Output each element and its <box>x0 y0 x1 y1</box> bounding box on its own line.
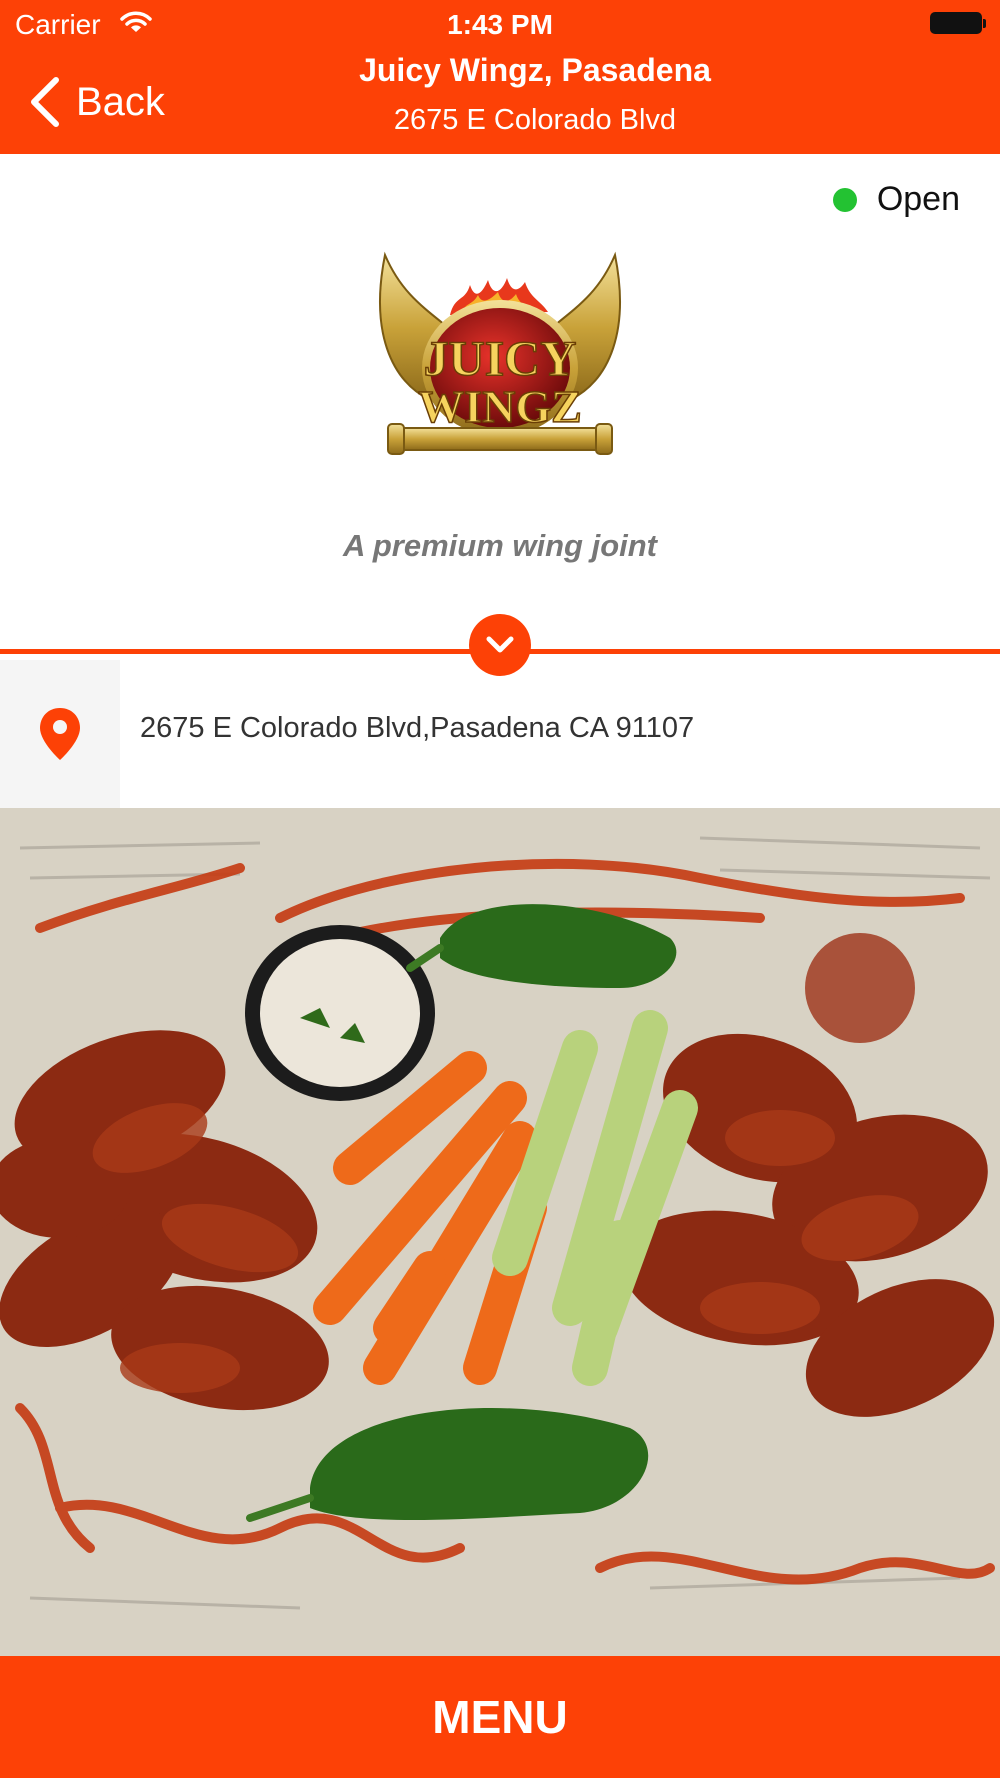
chevron-down-icon <box>486 636 514 653</box>
address-icon-cell <box>0 660 120 808</box>
page-title: Juicy Wingz, Pasadena <box>359 52 711 88</box>
page-subtitle: 2675 E Colorado Blvd <box>393 104 677 136</box>
status-dot-icon <box>832 187 857 212</box>
address-text: 2675 E Colorado Blvd,Pasadena CA 91107 <box>140 712 695 744</box>
logo-line1: JUICY <box>424 330 577 386</box>
logo-line2: WINGZ <box>418 381 582 432</box>
clock: 1:43 PM <box>447 9 553 40</box>
open-status-label: Open <box>876 180 960 218</box>
tagline: A premium wing joint <box>342 528 657 563</box>
open-status-badge: Open <box>832 180 960 219</box>
juicy-wingz-logo: JUICY WINGZ <box>379 251 621 455</box>
food-photo <box>0 808 1000 1656</box>
menu-button[interactable]: MENU <box>0 1656 1000 1778</box>
battery-icon <box>930 12 986 36</box>
navigation-header: Carrier 1:43 PM Back Juicy Wingz, Pasade… <box>0 0 1000 154</box>
address-row[interactable]: 2675 E Colorado Blvd,Pasadena CA 91107 <box>0 660 1000 808</box>
location-pin-icon <box>40 708 80 760</box>
status-bar: Carrier 1:43 PM <box>0 0 1000 48</box>
